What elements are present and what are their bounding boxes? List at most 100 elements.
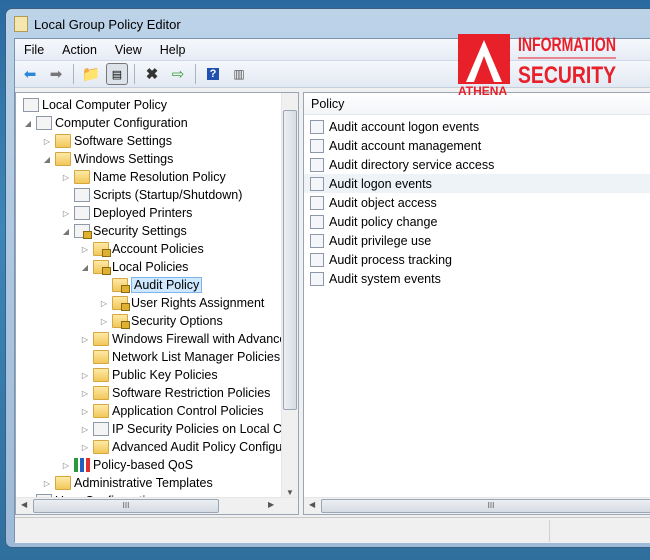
forward-arrow-icon[interactable]: ➡ (45, 63, 67, 85)
lockfolder-icon (112, 314, 130, 329)
policy-setting-icon (310, 195, 324, 210)
tree-item[interactable]: Network List Manager Policies (80, 348, 280, 366)
tree-item[interactable]: ◢ Windows Settings (42, 150, 173, 168)
tree-item[interactable]: ▷ Security Options (99, 312, 223, 330)
expand-toggle-icon[interactable]: ▷ (42, 479, 52, 488)
policy-list-item[interactable]: Audit directory service access (304, 155, 650, 174)
column-header-policy[interactable]: Policy (304, 93, 650, 115)
expand-toggle-icon[interactable]: ▷ (42, 137, 52, 146)
delete-icon[interactable]: ✖ (141, 63, 163, 85)
ipsec-icon (93, 422, 109, 436)
tree-horizontal-scrollbar[interactable]: ◀ III ▶ (16, 497, 298, 514)
expand-toggle-icon[interactable]: ▷ (61, 461, 71, 470)
tree-item[interactable]: ▷ Windows Firewall with Advance (80, 330, 286, 348)
folder-icon (93, 368, 109, 382)
scroll-thumb[interactable]: III (321, 499, 650, 513)
title-bar: Local Group Policy Editor (14, 14, 181, 34)
athena-logo-icon: ATHENA INFORMATION SECURITY (458, 34, 616, 98)
scroll-thumb[interactable] (283, 110, 297, 410)
expand-toggle-icon[interactable]: ◢ (23, 119, 33, 128)
folder-icon (93, 404, 109, 418)
folder-icon (55, 134, 71, 148)
tree-item[interactable]: ▷ Software Settings (42, 132, 172, 150)
policy-list-item[interactable]: Audit account logon events (304, 117, 650, 136)
menu-file[interactable]: File (15, 43, 53, 57)
policy-list-item[interactable]: Audit privilege use (304, 231, 650, 250)
divider (195, 64, 196, 84)
up-folder-icon[interactable]: 📁 (80, 63, 102, 85)
tree-item-label: Network List Manager Policies (112, 350, 281, 364)
tree-item[interactable]: ▷ IP Security Policies on Local Co (80, 420, 289, 438)
policy-list-item[interactable]: Audit policy change (304, 212, 650, 231)
tree-item-label: Windows Settings (74, 152, 174, 166)
policy-list-item[interactable]: Audit object access (304, 193, 650, 212)
tree-item-label: Security Options (131, 314, 223, 328)
tree-item[interactable]: ▷ Deployed Printers (61, 204, 192, 222)
chart-icon (74, 458, 90, 472)
tree-item[interactable]: Local Computer Policy (20, 96, 167, 114)
expand-toggle-icon[interactable]: ▷ (61, 209, 71, 218)
folder-icon (93, 332, 109, 346)
menu-view[interactable]: View (106, 43, 151, 57)
tree-item-label: Local Policies (112, 260, 189, 274)
expand-toggle-icon[interactable]: ▷ (80, 443, 90, 452)
expand-toggle-icon[interactable]: ▷ (80, 425, 90, 434)
tree-item[interactable]: ◢ Local Policies (80, 258, 188, 276)
tree-item[interactable]: Audit Policy (99, 276, 203, 294)
scroll-down-arrow[interactable]: ▼ (286, 488, 294, 497)
tree-item[interactable]: ▷ Administrative Templates (42, 474, 213, 492)
expand-toggle-icon[interactable]: ▷ (80, 371, 90, 380)
expand-toggle-icon[interactable]: ▷ (61, 173, 71, 182)
export-list-icon[interactable]: ⇨ (167, 63, 189, 85)
expand-toggle-icon[interactable]: ▷ (80, 389, 90, 398)
tree-item[interactable]: ▷ Software Restriction Policies (80, 384, 270, 402)
help-icon[interactable]: ? (202, 63, 224, 85)
scroll-left-arrow[interactable]: ◀ (309, 500, 315, 509)
policy-name: Audit account management (329, 138, 482, 153)
expand-toggle-icon[interactable]: ▷ (99, 299, 109, 308)
expand-toggle-icon[interactable]: ◢ (42, 155, 52, 164)
policy-list-item[interactable]: Audit system events (304, 269, 650, 288)
policy-setting-icon (310, 119, 324, 134)
svg-text:ATHENA: ATHENA (458, 84, 507, 96)
tree-vertical-scrollbar[interactable]: ▼ (281, 93, 298, 499)
tree-item[interactable]: ▷ Public Key Policies (80, 366, 218, 384)
expand-toggle-icon[interactable]: ▷ (99, 317, 109, 326)
menu-action[interactable]: Action (53, 43, 106, 57)
tree-item-label: Name Resolution Policy (93, 170, 226, 184)
details-horizontal-scrollbar[interactable]: ◀ III (304, 497, 650, 514)
folder-icon (93, 386, 109, 400)
tree-item[interactable]: ▷ Account Policies (80, 240, 204, 258)
policy-name: Audit policy change (329, 214, 438, 229)
policy-list-item[interactable]: Audit process tracking (304, 250, 650, 269)
scroll-right-arrow[interactable]: ▶ (268, 500, 274, 509)
tree-item-label: Audit Policy (131, 277, 203, 293)
back-arrow-icon[interactable]: ⬅ (19, 63, 41, 85)
expand-toggle-icon[interactable]: ◢ (61, 227, 71, 236)
expand-toggle-icon[interactable]: ▷ (80, 245, 90, 254)
tree-item[interactable]: ▷ Name Resolution Policy (61, 168, 226, 186)
menu-help[interactable]: Help (151, 43, 195, 57)
expand-toggle-icon[interactable]: ◢ (80, 263, 90, 272)
tree-item-label: User Rights Assignment (131, 296, 265, 310)
tree-item[interactable]: ▷ Application Control Policies (80, 402, 263, 420)
policy-setting-icon (310, 214, 324, 229)
tree-item[interactable]: ▷ Advanced Audit Policy Configu (80, 438, 282, 456)
tree-item[interactable]: ▷ User Rights Assignment (99, 294, 264, 312)
policy-icon (23, 98, 39, 112)
tree-item[interactable]: ◢ Security Settings (61, 222, 187, 240)
policy-name: Audit process tracking (329, 252, 452, 267)
policy-list-item[interactable]: Audit account management (304, 136, 650, 155)
show-hide-console-tree-icon[interactable]: ▤ (106, 63, 128, 85)
expand-toggle-icon[interactable]: ▷ (80, 407, 90, 416)
scroll-thumb[interactable]: III (33, 499, 219, 513)
window-title: Local Group Policy Editor (34, 16, 181, 32)
scroll-left-arrow[interactable]: ◀ (21, 500, 27, 509)
show-hide-action-pane-icon[interactable]: ▥ (228, 63, 250, 85)
tree-item[interactable]: Scripts (Startup/Shutdown) (61, 186, 242, 204)
expand-toggle-icon[interactable]: ▷ (80, 335, 90, 344)
tree-item[interactable]: ◢ Computer Configuration (23, 114, 188, 132)
folder-icon (93, 350, 109, 364)
policy-list-item[interactable]: Audit logon events (304, 174, 650, 193)
tree-item[interactable]: ▷ Policy-based QoS (61, 456, 193, 474)
